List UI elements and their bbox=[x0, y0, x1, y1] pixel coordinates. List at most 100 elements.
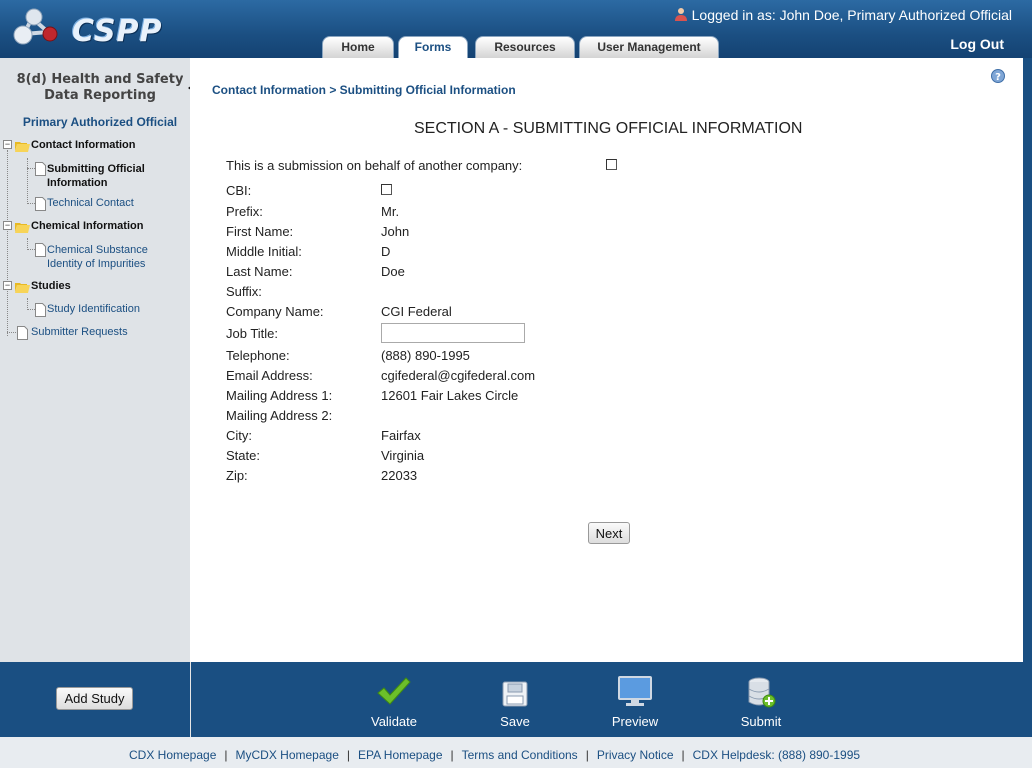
preview-button[interactable]: Preview bbox=[600, 676, 670, 729]
tree-submitter-requests[interactable]: Submitter Requests bbox=[31, 326, 128, 338]
sidebar-title: 8(d) Health and Safety Data Reporting bbox=[0, 72, 200, 104]
folder-open-icon bbox=[15, 142, 30, 152]
epa-homepage-link[interactable]: EPA Homepage bbox=[358, 748, 443, 762]
submit-label: Submit bbox=[740, 714, 782, 729]
database-add-icon bbox=[748, 677, 776, 708]
tree-contact-information[interactable]: Contact Information bbox=[31, 139, 136, 151]
document-icon bbox=[35, 243, 46, 257]
action-toolbar: Add Study Validate Save Preview Submit bbox=[0, 662, 1024, 737]
preview-label: Preview bbox=[611, 714, 659, 729]
document-icon bbox=[35, 197, 46, 211]
toolbar-left-panel: Add Study bbox=[0, 662, 191, 737]
breadcrumb[interactable]: Contact Information > Submitting Officia… bbox=[212, 83, 516, 97]
cspp-logo[interactable]: CSPP bbox=[12, 6, 162, 50]
privacy-link[interactable]: Privacy Notice bbox=[597, 748, 674, 762]
sidebar-title-line1: 8(d) Health and Safety bbox=[16, 72, 184, 87]
mycdx-homepage-link[interactable]: MyCDX Homepage bbox=[236, 748, 339, 762]
document-icon bbox=[17, 326, 28, 340]
mailing-address-1-label: Mailing Address 1: bbox=[226, 388, 333, 403]
logged-in-status: Logged in as: John Doe, Primary Authoriz… bbox=[674, 7, 1012, 23]
separator: | bbox=[346, 748, 350, 762]
document-icon bbox=[35, 162, 46, 176]
separator: | bbox=[450, 748, 454, 762]
city-label: City: bbox=[226, 428, 252, 443]
job-title-input[interactable] bbox=[381, 323, 525, 343]
sidebar: 8(d) Health and Safety Data Reporting Pr… bbox=[0, 58, 190, 662]
molecule-logo-icon bbox=[13, 8, 58, 45]
folder-open-icon bbox=[15, 283, 30, 293]
behalf-checkbox[interactable] bbox=[606, 159, 617, 170]
company-name-value: CGI Federal bbox=[381, 304, 452, 319]
footer-links: CDX Homepage | MyCDX Homepage | EPA Homepage… bbox=[129, 748, 860, 762]
tree-study-identification[interactable]: Study Identification bbox=[47, 303, 140, 315]
document-icon bbox=[35, 303, 46, 317]
email-label: Email Address: bbox=[226, 368, 313, 383]
prefix-value: Mr. bbox=[381, 204, 400, 219]
section-title: SECTION A - SUBMITTING OFFICIAL INFORMAT… bbox=[414, 120, 803, 137]
tree-submitting-official-information[interactable]: Submitting Official Information bbox=[47, 162, 145, 190]
logout-link[interactable]: Log Out bbox=[950, 36, 1004, 52]
collapse-contact-information[interactable]: − bbox=[3, 140, 12, 149]
help-icon[interactable]: ? bbox=[991, 69, 1005, 83]
validate-button[interactable]: Validate bbox=[359, 676, 429, 729]
state-value: Virginia bbox=[381, 448, 425, 463]
separator: | bbox=[681, 748, 685, 762]
logo-text: CSPP bbox=[72, 14, 163, 49]
footer-links-bar: CDX Homepage | MyCDX Homepage | EPA Homepage… bbox=[0, 737, 1032, 768]
checkmark-icon bbox=[377, 677, 411, 705]
tree-studies[interactable]: Studies bbox=[31, 280, 71, 292]
tree-submitting-official-line1: Submitting Official bbox=[47, 163, 145, 175]
right-edge bbox=[1023, 58, 1032, 662]
company-name-label: Company Name: bbox=[226, 304, 324, 319]
tree-chemical-substance-identity[interactable]: Chemical Substance Identity of Impuritie… bbox=[47, 243, 148, 271]
tree-technical-contact[interactable]: Technical Contact bbox=[47, 197, 134, 209]
terms-link[interactable]: Terms and Conditions bbox=[462, 748, 578, 762]
add-study-button[interactable]: Add Study bbox=[56, 687, 133, 710]
mailing-address-2-label: Mailing Address 2: bbox=[226, 408, 333, 423]
submit-button[interactable]: Submit bbox=[726, 676, 796, 729]
telephone-value: (888) 890-1995 bbox=[381, 348, 470, 363]
job-title-label: Job Title: bbox=[226, 326, 279, 341]
behalf-label: This is a submission on behalf of anothe… bbox=[226, 158, 523, 173]
save-label: Save bbox=[500, 714, 530, 729]
role-label: Primary Authorized Official bbox=[22, 115, 178, 129]
helpdesk-link[interactable]: CDX Helpdesk: (888) 890-1995 bbox=[693, 748, 860, 762]
last-name-value: Doe bbox=[381, 264, 405, 279]
tree-chemical-substance-line1: Chemical Substance bbox=[47, 244, 148, 256]
folder-open-icon bbox=[15, 223, 30, 233]
tab-home[interactable]: Home bbox=[322, 36, 394, 58]
collapse-chemical-information[interactable]: − bbox=[3, 221, 12, 230]
first-name-label: First Name: bbox=[226, 224, 294, 239]
zip-label: Zip: bbox=[226, 468, 248, 483]
tab-resources[interactable]: Resources bbox=[475, 36, 575, 58]
tree-chemical-information[interactable]: Chemical Information bbox=[31, 220, 143, 232]
app-header: CSPP Logged in as: John Doe, Primary Aut… bbox=[0, 0, 1032, 59]
city-value: Fairfax bbox=[381, 428, 421, 443]
tree-chemical-substance-line2: Identity of Impurities bbox=[47, 258, 146, 270]
cbi-checkbox[interactable] bbox=[381, 184, 392, 195]
prefix-label: Prefix: bbox=[226, 204, 263, 219]
next-button[interactable]: Next bbox=[588, 522, 630, 544]
middle-initial-value: D bbox=[381, 244, 391, 259]
tree-submitting-official-line2: Information bbox=[47, 177, 108, 189]
tab-forms[interactable]: Forms bbox=[398, 36, 468, 59]
mailing-address-1-value: 12601 Fair Lakes Circle bbox=[381, 388, 519, 403]
middle-initial-label: Middle Initial: bbox=[226, 244, 302, 259]
suffix-label: Suffix: bbox=[226, 284, 262, 299]
collapse-studies[interactable]: − bbox=[3, 281, 12, 290]
separator: | bbox=[585, 748, 589, 762]
telephone-label: Telephone: bbox=[226, 348, 290, 363]
state-label: State: bbox=[226, 448, 260, 463]
zip-value: 22033 bbox=[381, 468, 418, 483]
tab-user-management[interactable]: User Management bbox=[579, 36, 719, 58]
floppy-disk-icon bbox=[502, 681, 528, 707]
user-icon bbox=[674, 8, 687, 21]
save-button[interactable]: Save bbox=[480, 676, 550, 729]
first-name-value: John bbox=[381, 224, 410, 239]
sidebar-title-line2: Data Reporting bbox=[44, 88, 156, 103]
cdx-homepage-link[interactable]: CDX Homepage bbox=[129, 748, 216, 762]
main-content: Contact Information > Submitting Officia… bbox=[190, 58, 1023, 662]
last-name-label: Last Name: bbox=[226, 264, 293, 279]
monitor-icon bbox=[618, 676, 652, 706]
cbi-label: CBI: bbox=[226, 183, 252, 198]
